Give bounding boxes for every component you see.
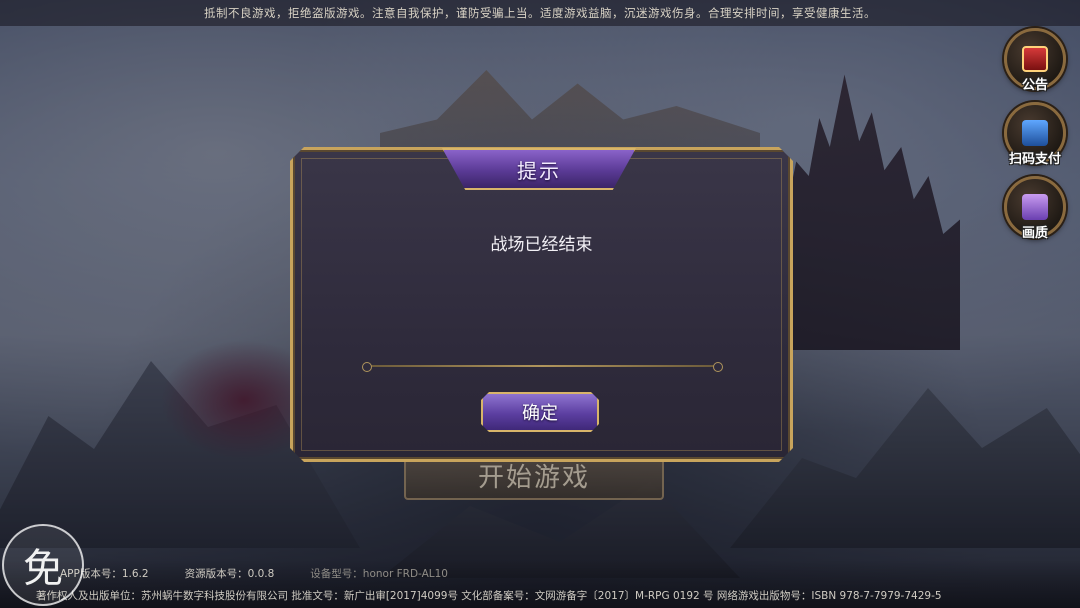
confirm-button[interactable]: 确定 [481, 392, 599, 432]
graphics-quality-icon [1022, 194, 1048, 220]
scan-pay-button[interactable]: 扫码支付 [1004, 102, 1066, 167]
start-game-label: 开始游戏 [477, 462, 590, 493]
health-notice-bar: 抵制不良游戏，拒绝盗版游戏。注意自我保护，谨防受骗上当。适度游戏益脑，沉迷游戏伤… [0, 0, 1080, 26]
dialog-divider [362, 362, 723, 372]
announcement-button[interactable]: 公告 [1004, 28, 1066, 93]
resource-version: 资源版本号：0.0.8 [184, 568, 275, 580]
graphics-quality-label: 画质 [1021, 226, 1049, 241]
dialog-title: 提示 [517, 158, 561, 183]
free-badge[interactable]: 免 [2, 524, 84, 606]
announcement-label: 公告 [1021, 78, 1049, 93]
publisher-info: 著作权人及出版单位：苏州蜗牛数字科技股份有限公司 批准文号：新广出审[2017]… [36, 590, 942, 602]
free-badge-label: 免 [23, 546, 63, 592]
version-info: APP版本号：1.6.2 资源版本号：0.0.8 设备型号：honor FRD-… [60, 566, 448, 581]
dialog-title-banner: 提示 [442, 148, 636, 190]
confirm-button-label: 确定 [522, 403, 558, 424]
scan-pay-icon [1022, 120, 1048, 146]
scan-pay-label: 扫码支付 [1008, 152, 1062, 167]
graphics-quality-button[interactable]: 画质 [1004, 176, 1066, 241]
health-notice-text: 抵制不良游戏，拒绝盗版游戏。注意自我保护，谨防受骗上当。适度游戏益脑，沉迷游戏伤… [204, 6, 876, 20]
announcement-icon [1022, 46, 1048, 72]
device-model: 设备型号：honor FRD-AL10 [310, 568, 448, 580]
dialog-message: 战场已经结束 [490, 235, 593, 255]
